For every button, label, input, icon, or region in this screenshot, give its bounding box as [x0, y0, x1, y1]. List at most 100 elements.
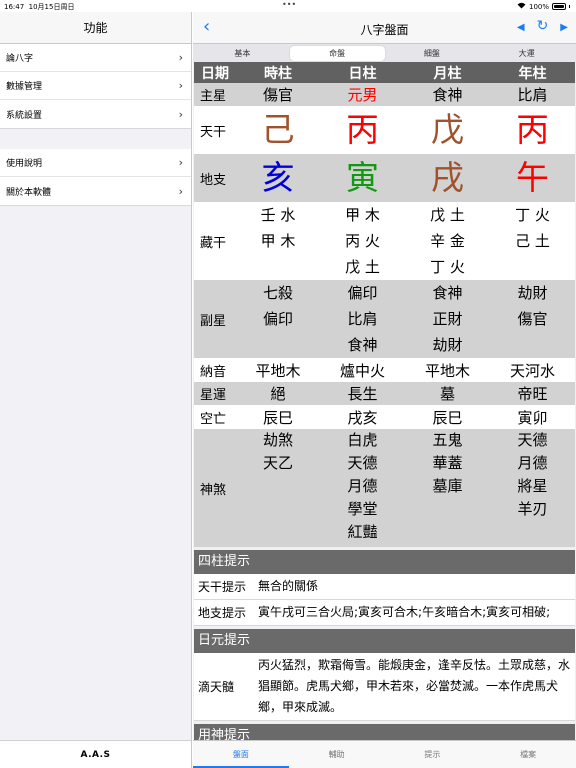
table-cell: 比肩	[490, 83, 575, 106]
section-title: 四柱提示	[194, 550, 575, 574]
row-fuxing: 副星 七殺 偏印 偏印 比肩 食神 食神 正財 劫財 劫財 傷官	[194, 280, 575, 358]
segment-dayun[interactable]: 大運	[479, 46, 574, 61]
tab-panmian[interactable]: 盤面	[193, 741, 289, 768]
table-cell: 丙	[490, 106, 575, 154]
refresh-icon[interactable]: ↻	[537, 18, 549, 38]
cell-line: 紅豔	[347, 523, 378, 541]
section-row: 地支提示 寅午戌可三合火局;寅亥可合木;午亥暗合木;寅亥可相破;	[194, 600, 575, 626]
chevron-right-icon: ›	[178, 79, 183, 92]
segment-detail[interactable]: 細盤	[385, 46, 480, 61]
cell-line: 羊刃	[517, 500, 548, 518]
battery-icon	[552, 3, 566, 10]
segment-basic[interactable]: 基本	[195, 46, 290, 61]
row-xingyun: 星運 絕 長生 墓 帝旺	[194, 382, 575, 405]
tab-fuzhu[interactable]: 輔助	[289, 741, 385, 768]
header-cell: 日柱	[320, 62, 405, 83]
table-cell: 平地木	[405, 358, 490, 382]
menu-item-bazi[interactable]: 論八字 ›	[0, 44, 191, 72]
cell-line: 偏印	[262, 310, 293, 328]
cell-line: 天德	[347, 454, 378, 472]
cell-line: 白虎	[347, 431, 378, 449]
status-bar: 16:47 10月15日周日 ••• 100%	[0, 0, 576, 12]
menu-item-about[interactable]: 關於本軟體 ›	[0, 177, 191, 205]
battery-percent: 100%	[528, 2, 549, 11]
bazi-chart-table: 日期 時柱 日柱 月柱 年柱 主星 傷官 元男 食神 比肩 天干 己 丙 戊 丙…	[194, 62, 575, 547]
chevron-right-icon: ›	[178, 184, 183, 198]
chevron-right-icon: ›	[178, 51, 183, 64]
row-shensha: 神煞 劫煞 天乙 白虎 天德 月德 學堂 紅豔 五鬼 華蓋 墓庫 天德 月德 將…	[194, 429, 575, 547]
table-cell: 丙	[320, 106, 405, 154]
table-cell: 元男	[320, 83, 405, 106]
cell-line: 墓庫	[432, 477, 463, 495]
table-cell: 傷官	[236, 83, 320, 106]
cell-line: 華蓋	[432, 454, 463, 472]
cell-line: 劫煞	[262, 431, 293, 449]
sidebar-title: 功能	[0, 12, 191, 44]
menu-item-label: 論八字	[6, 54, 34, 64]
cell-line: 天德	[517, 431, 548, 449]
menu-item-help[interactable]: 使用說明 ›	[0, 149, 191, 177]
table-cell: 壬 水 甲 木	[236, 202, 320, 280]
table-cell: 辰巳	[236, 405, 320, 429]
menu-group-2: 使用說明 › 關於本軟體 ›	[0, 149, 191, 206]
menu-item-label: 關於本軟體	[6, 187, 52, 198]
cell-line: 丁 火	[515, 206, 550, 224]
row-tiangan: 天干 己 丙 戊 丙	[194, 106, 575, 154]
table-cell: 戊 土 辛 金 丁 火	[405, 202, 490, 280]
row-value: 無合的關係	[258, 579, 319, 593]
sizhu-section: 四柱提示 天干提示 無合的關係 地支提示 寅午戌可三合火局;寅亥可合木;午亥暗合…	[194, 550, 575, 626]
menu-item-settings[interactable]: 系統設置 ›	[0, 100, 191, 128]
sidebar: 功能 論八字 › 數據管理 › 系統設置 › 使用說明 › 關於本軟體 › A.…	[0, 12, 192, 768]
row-label: 地支	[194, 154, 236, 202]
status-time: 16:47 10月15日周日	[4, 3, 75, 11]
row-kongwang: 空亡 辰巳 戌亥 辰巳 寅卯	[194, 405, 575, 429]
table-cell: 長生	[320, 382, 405, 405]
chevron-right-icon: ›	[178, 156, 183, 169]
row-label: 天干	[194, 106, 236, 154]
triangle-left-icon[interactable]: ◀	[517, 18, 525, 38]
cell-line: 丁 火	[430, 258, 465, 276]
header-cell: 月柱	[405, 62, 490, 83]
table-cell: 食神 正財 劫財	[405, 280, 490, 358]
cell-line: 丙 火	[345, 232, 380, 250]
cell-line: 傷官	[517, 310, 548, 328]
cell-line: 將星	[517, 477, 548, 495]
row-value: 丙火猛烈，欺霜侮雪。能煅庚金，逢辛反怯。土眾成慈，水猖顯節。虎馬犬鄉，甲木若來，…	[258, 658, 571, 714]
cell-line: 比肩	[347, 310, 378, 328]
cell-line: 壬 水	[260, 206, 296, 224]
cell-line: 戊 土	[430, 206, 465, 224]
cell-line: 學堂	[347, 500, 378, 518]
sidebar-footer: A.A.S	[0, 740, 191, 768]
table-cell: 劫煞 天乙	[236, 429, 320, 547]
cell-line: 戊 土	[345, 258, 380, 276]
triangle-right-icon[interactable]: ▶	[560, 18, 568, 38]
table-header-row: 日期 時柱 日柱 月柱 年柱	[194, 62, 575, 83]
nav-bar: ‹ 八字盤面 ◀ ↻ ▶	[193, 12, 576, 44]
tab-bar: 盤面 輔助 提示 檔案	[193, 740, 576, 768]
table-cell: 爐中火	[320, 358, 405, 382]
table-cell: 偏印 比肩 食神	[320, 280, 405, 358]
table-cell: 天德 月德 將星 羊刃	[490, 429, 575, 547]
table-cell: 七殺 偏印	[236, 280, 320, 358]
table-cell: 五鬼 華蓋 墓庫	[405, 429, 490, 547]
menu-item-label: 系統設置	[6, 110, 43, 121]
cell-line: 月德	[517, 454, 548, 472]
header-cell: 日期	[194, 62, 236, 83]
menu-item-data-management[interactable]: 數據管理 ›	[0, 72, 191, 100]
table-cell: 墓	[405, 382, 490, 405]
row-canggan: 藏干 壬 水 甲 木 甲 木 丙 火 戊 土 戊 土 辛 金 丁 火 丁 火 己…	[194, 202, 575, 280]
multitask-dots-icon[interactable]: •••	[282, 0, 296, 9]
section-row: 滴天髓 丙火猛烈，欺霜侮雪。能煅庚金，逢辛反怯。土眾成慈，水猖顯節。虎馬犬鄉，甲…	[194, 653, 575, 721]
main-panel: ‹ 八字盤面 ◀ ↻ ▶ 基本 命盤 細盤 大運 日期 時柱 日柱 月柱 年柱 …	[193, 12, 576, 768]
table-cell: 食神	[405, 83, 490, 106]
menu-item-label: 使用說明	[6, 159, 43, 169]
table-cell: 天河水	[490, 358, 575, 382]
segment-chart[interactable]: 命盤	[289, 45, 385, 61]
row-label: 天干提示	[198, 580, 247, 594]
tab-tishi[interactable]: 提示	[385, 741, 481, 768]
table-cell: 白虎 天德 月德 學堂 紅豔	[320, 429, 405, 547]
tab-dangan[interactable]: 檔案	[480, 741, 576, 768]
table-cell: 亥	[236, 154, 320, 202]
cell-line: 正財	[432, 310, 463, 328]
header-cell: 時柱	[236, 62, 320, 83]
